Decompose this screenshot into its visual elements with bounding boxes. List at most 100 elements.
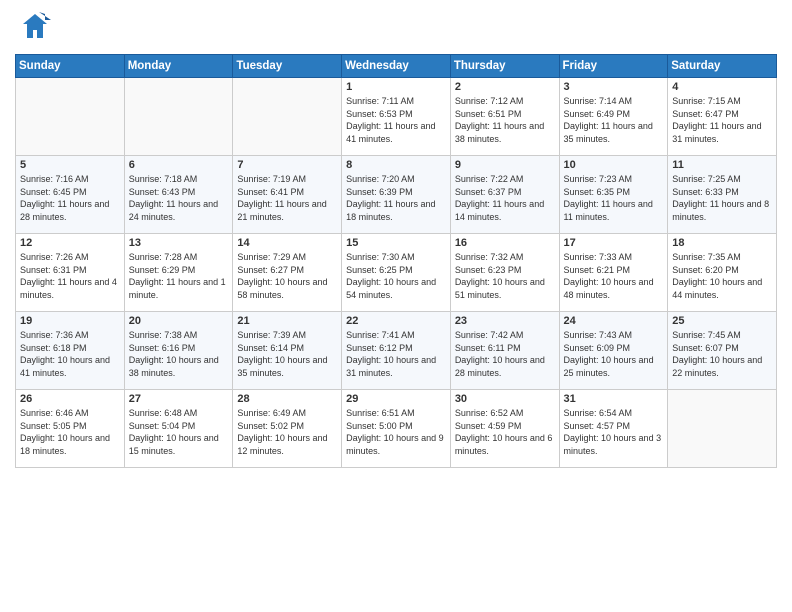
day-info: Sunrise: 7:38 AM Sunset: 6:16 PM Dayligh… xyxy=(129,329,229,379)
calendar-cell: 30 Sunrise: 6:52 AM Sunset: 4:59 PM Dayli… xyxy=(450,390,559,468)
day-number: 10 xyxy=(564,159,664,171)
day-info: Sunrise: 7:42 AM Sunset: 6:11 PM Dayligh… xyxy=(455,329,555,379)
day-info: Sunrise: 6:46 AM Sunset: 5:05 PM Dayligh… xyxy=(20,407,120,457)
day-number: 2 xyxy=(455,81,555,93)
day-info: Sunrise: 6:48 AM Sunset: 5:04 PM Dayligh… xyxy=(129,407,229,457)
day-info: Sunrise: 7:41 AM Sunset: 6:12 PM Dayligh… xyxy=(346,329,446,379)
day-number: 12 xyxy=(20,237,120,249)
day-of-week-header: Wednesday xyxy=(342,55,451,78)
calendar-cell: 16 Sunrise: 7:32 AM Sunset: 6:23 PM Dayli… xyxy=(450,234,559,312)
day-info: Sunrise: 7:29 AM Sunset: 6:27 PM Dayligh… xyxy=(237,251,337,301)
day-number: 24 xyxy=(564,315,664,327)
header xyxy=(15,10,777,46)
logo xyxy=(15,10,55,46)
day-info: Sunrise: 7:18 AM Sunset: 6:43 PM Dayligh… xyxy=(129,173,229,223)
calendar-cell: 27 Sunrise: 6:48 AM Sunset: 5:04 PM Dayli… xyxy=(124,390,233,468)
day-number: 29 xyxy=(346,393,446,405)
day-number: 19 xyxy=(20,315,120,327)
calendar-cell: 2Sunrise: 7:12 AM Sunset: 6:51 PM Daylig… xyxy=(450,78,559,156)
calendar-cell: 20 Sunrise: 7:38 AM Sunset: 6:16 PM Dayli… xyxy=(124,312,233,390)
day-number: 9 xyxy=(455,159,555,171)
day-number: 1 xyxy=(346,81,446,93)
day-number: 17 xyxy=(564,237,664,249)
day-info: Sunrise: 7:33 AM Sunset: 6:21 PM Dayligh… xyxy=(564,251,664,301)
calendar-cell xyxy=(233,78,342,156)
calendar-cell: 31 Sunrise: 6:54 AM Sunset: 4:57 PM Dayli… xyxy=(559,390,668,468)
calendar-cell: 3Sunrise: 7:14 AM Sunset: 6:49 PM Daylig… xyxy=(559,78,668,156)
day-number: 22 xyxy=(346,315,446,327)
day-number: 16 xyxy=(455,237,555,249)
calendar-cell: 13 Sunrise: 7:28 AM Sunset: 6:29 PM Dayli… xyxy=(124,234,233,312)
day-number: 11 xyxy=(672,159,772,171)
calendar-cell: 28Sunrise: 6:49 AM Sunset: 5:02 PM Dayli… xyxy=(233,390,342,468)
day-number: 21 xyxy=(237,315,337,327)
calendar-cell: 11 Sunrise: 7:25 AM Sunset: 6:33 PM Dayli… xyxy=(668,156,777,234)
day-number: 15 xyxy=(346,237,446,249)
day-info: Sunrise: 7:25 AM Sunset: 6:33 PM Dayligh… xyxy=(672,173,772,223)
calendar-cell: 21 Sunrise: 7:39 AM Sunset: 6:14 PM Dayli… xyxy=(233,312,342,390)
calendar: SundayMondayTuesdayWednesdayThursdayFrid… xyxy=(15,54,777,468)
calendar-week-row: 26 Sunrise: 6:46 AM Sunset: 5:05 PM Dayli… xyxy=(16,390,777,468)
calendar-cell: 14 Sunrise: 7:29 AM Sunset: 6:27 PM Dayli… xyxy=(233,234,342,312)
calendar-cell: 19 Sunrise: 7:36 AM Sunset: 6:18 PM Dayli… xyxy=(16,312,125,390)
day-info: Sunrise: 6:49 AM Sunset: 5:02 PM Dayligh… xyxy=(237,407,337,457)
day-number: 7 xyxy=(237,159,337,171)
day-of-week-header: Saturday xyxy=(668,55,777,78)
day-number: 8 xyxy=(346,159,446,171)
calendar-week-row: 19 Sunrise: 7:36 AM Sunset: 6:18 PM Dayli… xyxy=(16,312,777,390)
calendar-cell: 4 Sunrise: 7:15 AM Sunset: 6:47 PM Daylig… xyxy=(668,78,777,156)
logo-icon xyxy=(15,10,51,46)
calendar-cell: 17 Sunrise: 7:33 AM Sunset: 6:21 PM Dayli… xyxy=(559,234,668,312)
calendar-cell xyxy=(668,390,777,468)
day-info: Sunrise: 7:16 AM Sunset: 6:45 PM Dayligh… xyxy=(20,173,120,223)
calendar-cell xyxy=(16,78,125,156)
calendar-cell: 18Sunrise: 7:35 AM Sunset: 6:20 PM Dayli… xyxy=(668,234,777,312)
calendar-week-row: 12 Sunrise: 7:26 AM Sunset: 6:31 PM Dayli… xyxy=(16,234,777,312)
day-number: 31 xyxy=(564,393,664,405)
day-number: 20 xyxy=(129,315,229,327)
calendar-header-row: SundayMondayTuesdayWednesdayThursdayFrid… xyxy=(16,55,777,78)
day-info: Sunrise: 6:52 AM Sunset: 4:59 PM Dayligh… xyxy=(455,407,555,457)
day-number: 26 xyxy=(20,393,120,405)
calendar-cell: 9Sunrise: 7:22 AM Sunset: 6:37 PM Daylig… xyxy=(450,156,559,234)
day-info: Sunrise: 7:32 AM Sunset: 6:23 PM Dayligh… xyxy=(455,251,555,301)
day-info: Sunrise: 7:23 AM Sunset: 6:35 PM Dayligh… xyxy=(564,173,664,223)
calendar-cell: 12 Sunrise: 7:26 AM Sunset: 6:31 PM Dayli… xyxy=(16,234,125,312)
day-info: Sunrise: 7:20 AM Sunset: 6:39 PM Dayligh… xyxy=(346,173,446,223)
calendar-cell: 25 Sunrise: 7:45 AM Sunset: 6:07 PM Dayli… xyxy=(668,312,777,390)
calendar-cell: 24 Sunrise: 7:43 AM Sunset: 6:09 PM Dayli… xyxy=(559,312,668,390)
day-number: 4 xyxy=(672,81,772,93)
calendar-cell: 15 Sunrise: 7:30 AM Sunset: 6:25 PM Dayli… xyxy=(342,234,451,312)
day-number: 27 xyxy=(129,393,229,405)
page: SundayMondayTuesdayWednesdayThursdayFrid… xyxy=(0,0,792,612)
calendar-cell: 7 Sunrise: 7:19 AM Sunset: 6:41 PM Daylig… xyxy=(233,156,342,234)
day-number: 5 xyxy=(20,159,120,171)
day-info: Sunrise: 7:26 AM Sunset: 6:31 PM Dayligh… xyxy=(20,251,120,301)
day-number: 25 xyxy=(672,315,772,327)
day-info: Sunrise: 7:15 AM Sunset: 6:47 PM Dayligh… xyxy=(672,95,772,145)
calendar-cell: 26 Sunrise: 6:46 AM Sunset: 5:05 PM Dayli… xyxy=(16,390,125,468)
calendar-cell xyxy=(124,78,233,156)
day-info: Sunrise: 7:36 AM Sunset: 6:18 PM Dayligh… xyxy=(20,329,120,379)
day-info: Sunrise: 7:28 AM Sunset: 6:29 PM Dayligh… xyxy=(129,251,229,301)
calendar-cell: 29 Sunrise: 6:51 AM Sunset: 5:00 PM Dayli… xyxy=(342,390,451,468)
day-info: Sunrise: 7:43 AM Sunset: 6:09 PM Dayligh… xyxy=(564,329,664,379)
day-info: Sunrise: 7:14 AM Sunset: 6:49 PM Dayligh… xyxy=(564,95,664,145)
day-number: 14 xyxy=(237,237,337,249)
day-number: 13 xyxy=(129,237,229,249)
calendar-cell: 1Sunrise: 7:11 AM Sunset: 6:53 PM Daylig… xyxy=(342,78,451,156)
calendar-cell: 6 Sunrise: 7:18 AM Sunset: 6:43 PM Daylig… xyxy=(124,156,233,234)
day-info: Sunrise: 7:45 AM Sunset: 6:07 PM Dayligh… xyxy=(672,329,772,379)
day-info: Sunrise: 7:35 AM Sunset: 6:20 PM Dayligh… xyxy=(672,251,772,301)
day-info: Sunrise: 7:39 AM Sunset: 6:14 PM Dayligh… xyxy=(237,329,337,379)
day-info: Sunrise: 7:19 AM Sunset: 6:41 PM Dayligh… xyxy=(237,173,337,223)
calendar-cell: 22 Sunrise: 7:41 AM Sunset: 6:12 PM Dayli… xyxy=(342,312,451,390)
day-info: Sunrise: 7:30 AM Sunset: 6:25 PM Dayligh… xyxy=(346,251,446,301)
day-info: Sunrise: 6:51 AM Sunset: 5:00 PM Dayligh… xyxy=(346,407,446,457)
day-number: 30 xyxy=(455,393,555,405)
day-of-week-header: Monday xyxy=(124,55,233,78)
day-info: Sunrise: 6:54 AM Sunset: 4:57 PM Dayligh… xyxy=(564,407,664,457)
calendar-week-row: 1Sunrise: 7:11 AM Sunset: 6:53 PM Daylig… xyxy=(16,78,777,156)
calendar-cell: 10 Sunrise: 7:23 AM Sunset: 6:35 PM Dayli… xyxy=(559,156,668,234)
day-number: 6 xyxy=(129,159,229,171)
